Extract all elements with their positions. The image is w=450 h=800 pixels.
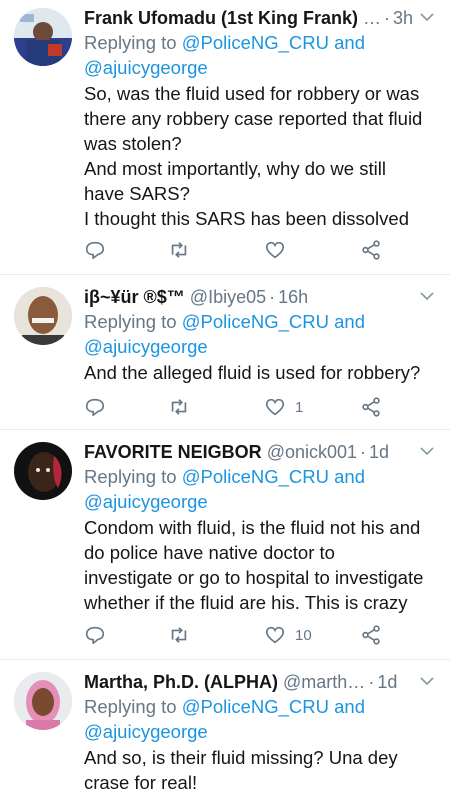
reply-icon xyxy=(85,626,105,645)
mention-and[interactable]: and xyxy=(334,696,365,717)
retweet-button[interactable] xyxy=(168,239,264,261)
tweet-text-line: was stolen? xyxy=(84,133,182,154)
retweet-icon xyxy=(171,627,187,643)
share-icon xyxy=(362,240,380,260)
replying-to: Replying to @PoliceNG_CRU and @ajuicygeo… xyxy=(84,464,436,514)
retweet-icon xyxy=(171,242,187,258)
replying-to: Replying to @PoliceNG_CRU and @ajuicygeo… xyxy=(84,694,436,744)
chevron-down-icon[interactable] xyxy=(418,287,436,305)
replying-to: Replying to @PoliceNG_CRU and @ajuicygeo… xyxy=(84,30,436,80)
avatar-image xyxy=(14,442,72,500)
tweet-text-line: And most importantly, why do we still xyxy=(84,158,386,179)
avatar-image xyxy=(14,8,72,66)
mention-link[interactable]: @ajuicygeorge xyxy=(84,336,208,357)
separator-dot: · xyxy=(384,8,391,28)
reply-button[interactable] xyxy=(84,624,168,646)
retweet-button[interactable] xyxy=(168,396,264,418)
mention-link[interactable]: @PoliceNG_CRU xyxy=(182,696,329,717)
tweet-text-line: there any robbery case reported that flu… xyxy=(84,108,423,129)
handle[interactable]: @marth… xyxy=(283,670,365,694)
share-icon xyxy=(362,625,380,645)
avatar[interactable] xyxy=(14,442,72,500)
like-button[interactable] xyxy=(264,239,360,261)
mention-and[interactable]: and xyxy=(334,466,365,487)
like-icon xyxy=(265,626,285,644)
share-button[interactable] xyxy=(360,624,382,646)
avatar-image xyxy=(14,287,72,345)
tweet-text-line: whether if the fluid are his. This is cr… xyxy=(84,592,408,613)
like-count: 10 xyxy=(295,626,312,644)
like-button[interactable]: 10 xyxy=(264,624,360,646)
mention-link[interactable]: @ajuicygeorge xyxy=(84,491,208,512)
separator-dot: · xyxy=(360,442,367,462)
share-button[interactable] xyxy=(360,239,382,261)
timestamp[interactable]: 3h xyxy=(393,6,413,30)
mention-link[interactable]: @ajuicygeorge xyxy=(84,57,208,78)
chevron-down-icon[interactable] xyxy=(418,8,436,26)
reply-icon xyxy=(85,241,105,260)
tweet-text: And the alleged fluid is used for robber… xyxy=(84,360,436,385)
replying-to: Replying to @PoliceNG_CRU and @ajuicygeo… xyxy=(84,309,436,359)
tweet[interactable]: iβ~¥ür ®$™ @Ibiye05 · 16h Replying to @P… xyxy=(0,275,450,430)
reply-icon xyxy=(85,398,105,417)
display-name[interactable]: Frank Ufomadu (1st King Frank) xyxy=(84,6,358,30)
tweet-text-line: And the alleged fluid is used for robber… xyxy=(84,362,421,383)
reply-button[interactable] xyxy=(84,239,168,261)
tweet-text-line: I thought this SARS has been dissolved xyxy=(84,208,409,229)
mention-link[interactable]: @ajuicygeorge xyxy=(84,721,208,742)
tweet-text-line: crase for real! xyxy=(84,772,198,793)
tweet-text-line: Condom with fluid, is the fluid not his … xyxy=(84,517,421,538)
avatar-image xyxy=(14,672,72,730)
share-icon xyxy=(362,397,380,417)
mention-link[interactable]: @PoliceNG_CRU xyxy=(182,466,329,487)
mention-link[interactable]: @PoliceNG_CRU xyxy=(182,311,329,332)
share-button[interactable] xyxy=(360,396,382,418)
retweet-button[interactable] xyxy=(168,624,264,646)
display-name[interactable]: iβ~¥ür ®$™ xyxy=(84,285,185,309)
handle[interactable]: @Ibiye05 xyxy=(190,285,266,309)
tweet-text: And so, is their fluid missing? Una dey … xyxy=(84,745,436,795)
timestamp[interactable]: 1d xyxy=(377,670,397,694)
tweet-text: Condom with fluid, is the fluid not his … xyxy=(84,515,436,615)
tweet[interactable]: Martha, Ph.D. (ALPHA) @marth… · 1d Reply… xyxy=(0,660,450,800)
separator-dot: · xyxy=(368,672,375,692)
display-name[interactable]: Martha, Ph.D. (ALPHA) xyxy=(84,670,278,694)
like-count: 1 xyxy=(295,398,304,416)
tweet-text-line: do police have native doctor to xyxy=(84,542,335,563)
timestamp[interactable]: 1d xyxy=(369,440,389,464)
mention-and[interactable]: and xyxy=(334,311,365,332)
tweet-text-line: investigate or go to hospital to investi… xyxy=(84,567,424,588)
name-ellipsis: … xyxy=(363,8,382,28)
tweet-text: So, was the fluid used for robbery or wa… xyxy=(84,81,436,231)
replying-to-label: Replying to xyxy=(84,311,177,332)
avatar[interactable] xyxy=(14,8,72,66)
tweet-text-line: So, was the fluid used for robbery or wa… xyxy=(84,83,420,104)
handle[interactable]: @onick001 xyxy=(267,440,357,464)
tweet[interactable]: FAVORITE NEIGBOR @onick001 · 1d Replying… xyxy=(0,430,450,660)
reply-button[interactable] xyxy=(84,396,168,418)
chevron-down-icon[interactable] xyxy=(418,672,436,690)
like-icon xyxy=(265,398,285,416)
replying-to-label: Replying to xyxy=(84,696,177,717)
replying-to-label: Replying to xyxy=(84,466,177,487)
avatar[interactable] xyxy=(14,287,72,345)
like-button[interactable]: 1 xyxy=(264,396,360,418)
avatar[interactable] xyxy=(14,672,72,730)
tweet-text-line: have SARS? xyxy=(84,183,190,204)
mention-link[interactable]: @PoliceNG_CRU xyxy=(182,32,329,53)
tweet-text-line: And so, is their fluid missing? Una dey xyxy=(84,747,398,768)
mention-and[interactable]: and xyxy=(334,32,365,53)
like-icon xyxy=(265,241,285,259)
chevron-down-icon[interactable] xyxy=(418,442,436,460)
tweet[interactable]: Frank Ufomadu (1st King Frank) … · 3h Re… xyxy=(0,0,450,275)
retweet-icon xyxy=(171,399,187,415)
display-name[interactable]: FAVORITE NEIGBOR xyxy=(84,440,262,464)
replying-to-label: Replying to xyxy=(84,32,177,53)
separator-dot: · xyxy=(269,287,276,307)
timestamp[interactable]: 16h xyxy=(278,285,308,309)
